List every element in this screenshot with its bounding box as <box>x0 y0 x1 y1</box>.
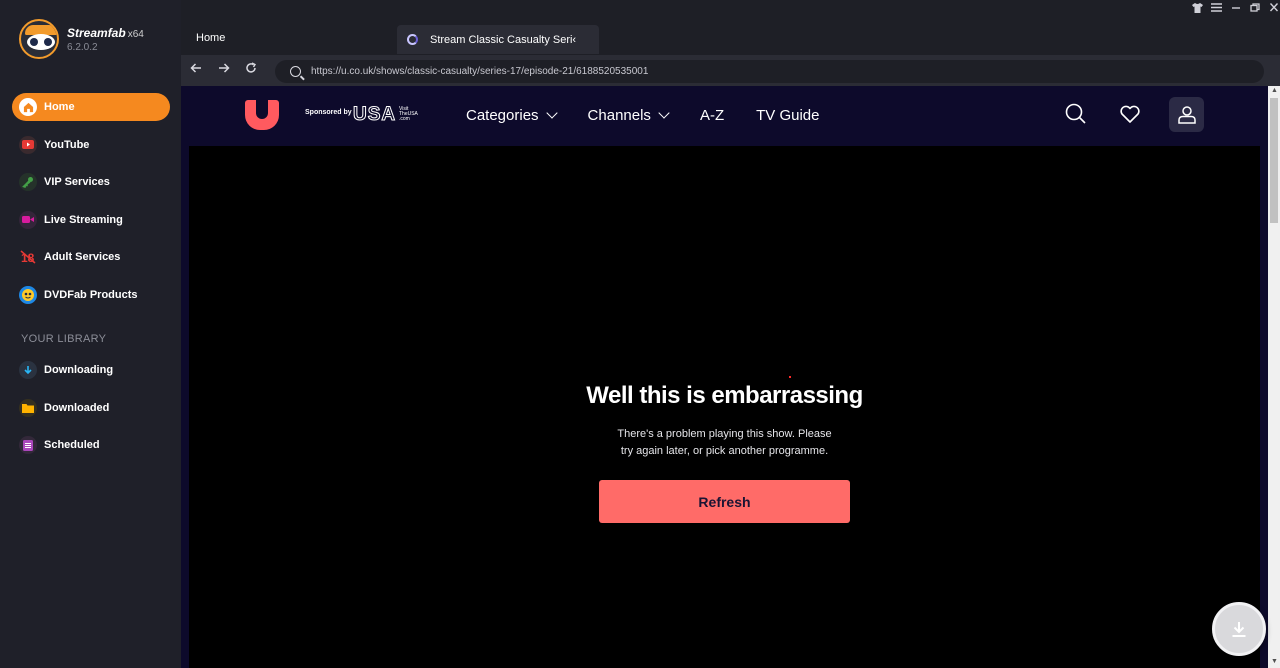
sidebar-item-dvdfab-products[interactable]: DVDFab Products <box>12 281 170 309</box>
url-text: https://u.co.uk/shows/classic-casualty/s… <box>311 66 649 77</box>
visit-the-usa-label: Visit TheUSA .com <box>399 106 418 122</box>
tab-title: Stream Classic Casualty Seri‹ <box>430 33 577 46</box>
sidebar-item-label: Home <box>44 101 75 113</box>
sidebar-item-label: Downloaded <box>44 401 110 414</box>
error-message-line: There's a problem playing this show. Ple… <box>617 428 832 440</box>
nav-channels[interactable]: Channels <box>587 107 670 124</box>
home-icon <box>19 98 37 116</box>
site-nav: Categories Channels A-Z TV Guide <box>466 107 819 124</box>
key-icon <box>19 173 37 191</box>
streamfab-logo-icon <box>19 19 59 59</box>
error-message: There's a problem playing this show. Ple… <box>189 426 1260 460</box>
sidebar-item-home[interactable]: Home <box>12 93 170 121</box>
address-bar: https://u.co.uk/shows/classic-casualty/s… <box>181 55 1280 86</box>
sidebar-nav: Home YouTube VIP Services Live Streaming… <box>12 93 170 318</box>
reload-icon[interactable] <box>245 61 257 77</box>
video-player[interactable]: Well this is embarrassing There's a prob… <box>189 146 1260 668</box>
profile-button[interactable] <box>1169 97 1204 132</box>
sidebar-item-label: YouTube <box>44 138 90 151</box>
loading-spinner-icon <box>407 34 418 45</box>
site-header: Sponsored by USA Visit TheUSA .com Categ… <box>181 86 1268 146</box>
forward-arrow-icon[interactable] <box>218 61 230 77</box>
back-arrow-icon[interactable] <box>190 61 202 77</box>
page-scrollbar[interactable]: ▲ ▼ <box>1268 86 1280 668</box>
error-message-line: try again later, or pick another program… <box>620 445 829 457</box>
sidebar-item-youtube[interactable]: YouTube <box>12 131 170 159</box>
app-name: Streamfab <box>67 25 126 40</box>
sidebar-item-label: Downloading <box>44 364 114 376</box>
scroll-down-icon[interactable]: ▼ <box>1271 658 1278 665</box>
search-icon[interactable] <box>1064 102 1088 126</box>
usa-sponsor-logo[interactable]: USA <box>352 104 396 126</box>
player-indicator-dot <box>789 376 791 378</box>
folder-icon <box>19 398 37 417</box>
nav-channels-label: Channels <box>587 107 651 124</box>
window-controls <box>1191 3 1280 16</box>
download-icon <box>1232 622 1246 637</box>
tab-home[interactable]: Home <box>196 32 225 44</box>
refresh-button[interactable]: Refresh <box>599 480 850 523</box>
sponsored-by-label: Sponsored by <box>305 109 352 116</box>
menu-icon[interactable] <box>1210 3 1223 16</box>
scroll-thumb[interactable] <box>1270 98 1278 223</box>
sidebar-item-label: DVDFab Products <box>44 288 138 301</box>
url-input[interactable]: https://u.co.uk/shows/classic-casualty/s… <box>275 60 1264 83</box>
chevron-down-icon <box>545 107 558 119</box>
error-title: Well this is embarrassing <box>586 382 863 409</box>
library-heading: YOUR LIBRARY <box>21 333 107 345</box>
tab-bar: Home Stream Classic Casualty Seri‹ <box>181 0 1280 55</box>
close-icon[interactable] <box>1267 3 1280 16</box>
sidebar-item-scheduled[interactable]: Scheduled <box>12 431 170 459</box>
scroll-up-icon[interactable]: ▲ <box>1271 87 1278 94</box>
skin-shirt-icon[interactable] <box>1191 3 1204 16</box>
adult-18-icon: 18 <box>19 248 37 266</box>
search-icon <box>290 66 301 77</box>
sidebar: Streamfab x64 6.2.0.2 Home YouTube VIP Se… <box>0 0 181 668</box>
dvdfab-icon <box>19 285 37 304</box>
chevron-down-icon <box>658 107 670 119</box>
sidebar-item-label: Adult Services <box>44 251 121 263</box>
sidebar-item-adult-services[interactable]: 18 Adult Services <box>12 243 170 271</box>
app-version: 6.2.0.2 <box>67 41 98 53</box>
heart-icon[interactable] <box>1118 102 1142 126</box>
sidebar-item-downloaded[interactable]: Downloaded <box>12 394 170 422</box>
download-arrow-icon <box>19 361 37 379</box>
sidebar-item-downloading[interactable]: Downloading <box>12 356 170 384</box>
download-button[interactable] <box>1212 602 1266 656</box>
youtube-icon <box>19 135 37 154</box>
nav-categories[interactable]: Categories <box>466 107 558 124</box>
user-icon <box>1177 105 1196 124</box>
minimize-icon[interactable] <box>1229 3 1242 16</box>
u-logo[interactable] <box>245 100 279 130</box>
web-content: Sponsored by USA Visit TheUSA .com Categ… <box>181 86 1268 668</box>
library-nav: Downloading Downloaded Scheduled <box>12 356 170 469</box>
sidebar-item-vip-services[interactable]: VIP Services <box>12 168 170 196</box>
nav-a-z[interactable]: A-Z <box>700 107 724 124</box>
sidebar-item-label: Scheduled <box>44 439 100 451</box>
restore-icon[interactable] <box>1248 3 1261 16</box>
app-arch: x64 <box>127 28 144 40</box>
sidebar-item-label: Live Streaming <box>44 213 123 226</box>
app-logo: Streamfab x64 6.2.0.2 <box>19 19 144 59</box>
sidebar-item-label: VIP Services <box>44 176 110 188</box>
nav-tv-guide[interactable]: TV Guide <box>756 107 819 124</box>
tab-active[interactable]: Stream Classic Casualty Seri‹ <box>397 25 599 54</box>
nav-categories-label: Categories <box>466 107 539 124</box>
camera-icon <box>19 210 37 229</box>
calendar-list-icon <box>19 436 37 454</box>
sidebar-item-live-streaming[interactable]: Live Streaming <box>12 206 170 234</box>
